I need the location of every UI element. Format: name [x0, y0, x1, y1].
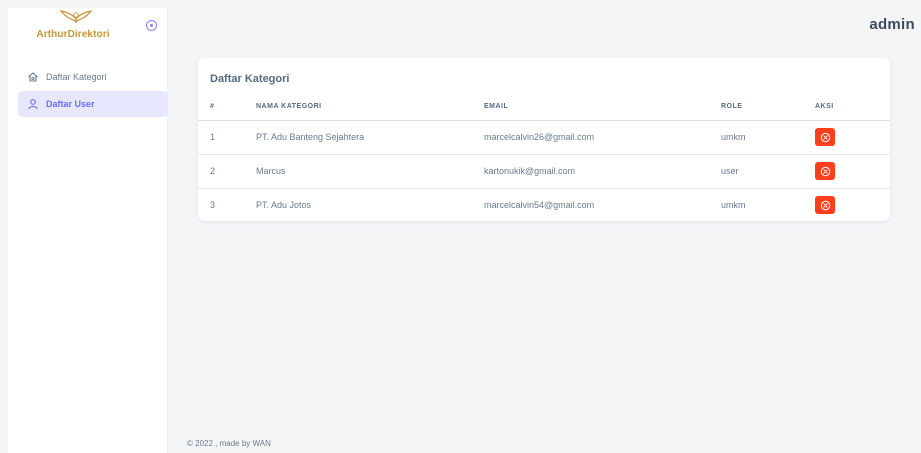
row-email: kartonukik@gmail.com — [484, 154, 721, 189]
table-header-row: # NAMA KATEGORI EMAIL ROLE AKSI — [198, 94, 890, 121]
category-card: Daftar Kategori # NAMA KATEGORI EMAIL RO… — [198, 58, 890, 221]
brand-name-part1: Arthur — [36, 29, 68, 40]
brand-name: ArthurDirektori — [8, 29, 138, 40]
sidebar-item-label: Daftar Kategori — [46, 72, 107, 82]
close-circle-icon — [820, 132, 830, 142]
sidebar-toggle-icon[interactable] — [146, 20, 157, 31]
column-header-name: NAMA KATEGORI — [256, 94, 484, 121]
column-header-no: # — [198, 94, 256, 121]
row-email: marcelcalvin54@gmail.com — [484, 200, 595, 211]
sidebar-menu: Daftar Kategori Daftar User — [18, 64, 168, 118]
app: ArthurDirektori Daftar Kategori Daftar U… — [0, 0, 921, 453]
brand-name-part2: Direktori — [67, 29, 110, 40]
row-actions — [815, 188, 890, 222]
delete-button[interactable] — [815, 128, 835, 146]
row-number: 3 — [210, 200, 216, 211]
row-number: 1 — [198, 120, 256, 155]
footer-text: © 2022 , made by WAN — [187, 439, 271, 448]
delete-button[interactable] — [815, 162, 835, 180]
data-table: # NAMA KATEGORI EMAIL ROLE AKSI 1 PT. Ad… — [198, 94, 890, 222]
card-title: Daftar Kategori — [210, 73, 290, 85]
delete-button[interactable] — [815, 196, 835, 215]
row-actions — [815, 154, 890, 189]
row-name: PT. Adu Banteng Sejahtera — [256, 120, 484, 155]
sidebar-item-daftar-user[interactable]: Daftar User — [18, 91, 168, 117]
table-row: 2 Marcus kartonukik@gmail.com user — [198, 154, 890, 189]
wings-logo-icon — [60, 10, 92, 24]
user-name[interactable]: admin — [869, 16, 915, 33]
column-header-role: ROLE — [721, 94, 815, 121]
user-icon — [27, 98, 39, 110]
sidebar-item-label: Daftar User — [46, 99, 95, 109]
brand[interactable]: ArthurDirektori — [8, 8, 167, 52]
sidebar-item-daftar-kategori[interactable]: Daftar Kategori — [18, 64, 168, 90]
close-circle-icon — [820, 200, 830, 210]
close-circle-icon — [820, 166, 830, 176]
row-actions — [815, 120, 890, 155]
home-icon — [27, 71, 39, 83]
column-header-aksi: AKSI — [815, 94, 890, 121]
row-name: PT. Adu Jotos — [256, 200, 312, 211]
sidebar: ArthurDirektori Daftar Kategori Daftar U… — [8, 8, 168, 453]
table-row: 1 PT. Adu Banteng Sejahtera marcelcalvin… — [198, 120, 890, 155]
row-email: marcelcalvin26@gmail.com — [484, 120, 721, 155]
row-role: umkm — [721, 200, 746, 211]
column-header-email: EMAIL — [484, 94, 721, 121]
row-role: user — [721, 154, 815, 189]
table-row: 3 PT. Adu Jotos marcelcalvin54@gmail.com… — [198, 188, 890, 222]
row-name: Marcus — [256, 154, 484, 189]
row-role: umkm — [721, 120, 815, 155]
row-number: 2 — [198, 154, 256, 189]
